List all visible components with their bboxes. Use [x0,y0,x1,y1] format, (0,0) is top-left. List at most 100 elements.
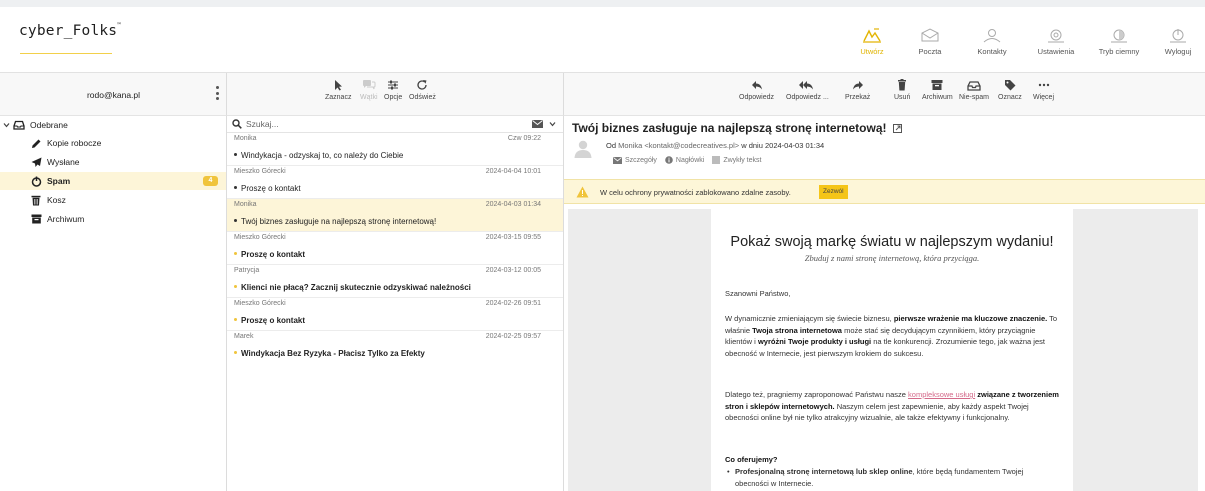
archive-button[interactable]: Archiwum [922,78,953,101]
folder-inbox-label: Odebrane [30,120,68,130]
options-button[interactable]: Opcje [384,78,402,101]
archive-icon [931,78,943,92]
message-row[interactable]: Patrycja 2024-03-12 00:05 Klienci nie pł… [227,265,563,298]
nav-dark-mode[interactable]: Tryb ciemny [1089,25,1149,56]
message-toolbar: Odpowiedz Odpowiedz ... Przekaż Usuń Arc… [564,73,1205,116]
message-row[interactable]: Mieszko Górecki 2024-04-04 10:01 Proszę … [227,166,563,199]
send-icon [30,157,42,168]
nav-logout[interactable]: Wyloguj [1148,25,1205,56]
email-greeting: Szanowni Państwo, [725,289,791,298]
unread-dot-icon [234,285,237,289]
search-bar [227,116,563,133]
folder-spam-label: Spam [47,176,71,186]
forward-button[interactable]: Przekaż [845,78,870,101]
allow-remote-content-button[interactable]: Zezwól [819,185,848,199]
message-from: Mieszko Górecki [234,300,286,307]
cyber-folks-logo[interactable]: cyber_Folks™ [19,22,121,39]
not-spam-button[interactable]: Nie-spam [959,78,989,101]
nav-contacts[interactable]: Kontakty [962,25,1022,56]
email-headline: Pokaż swoją markę światu w najlepszym wy… [730,234,1054,250]
folder-sent-label: Wysłane [47,157,80,167]
message-date: Czw 09:22 [507,135,541,142]
nav-compose[interactable]: Utwórz [842,25,902,56]
refresh-icon [416,78,428,92]
mark-button-label: Oznacz [998,94,1022,101]
nav-logout-label: Wyloguj [1164,47,1192,56]
plain-text-link[interactable]: Zwykły tekst [712,156,761,164]
archive-button-label: Archiwum [922,94,953,101]
reply-icon [751,78,763,92]
message-subject: Windykacja - odzyskaj to, co należy do C… [241,151,404,160]
unread-dot-icon [234,351,237,355]
message-subject: Windykacja Bez Ryzyka - Płacisz Tylko za… [241,349,425,358]
message-subject: Proszę o kontakt [241,250,306,259]
reply-all-button[interactable]: Odpowiedz ... [786,78,829,101]
app-header: cyber_Folks™ Utwórz Poczta Kontakty Usta… [0,7,1205,73]
message-row[interactable]: Monika Czw 09:22 Windykacja - odzyskaj t… [227,133,563,166]
threads-button[interactable]: Wątki [360,78,378,101]
nav-settings-label: Ustawienia [1037,47,1075,56]
dark-mode-icon [1107,25,1131,43]
folder-drafts[interactable]: Kopie robocze [0,134,226,152]
chevron-down-icon[interactable] [549,121,556,127]
message-row-selected[interactable]: Monika 2024-04-03 01:34 Twój biznes zasł… [227,199,563,232]
select-button[interactable]: Zaznacz [325,78,351,101]
more-button[interactable]: Więcej [1033,78,1054,101]
threads-button-label: Wątki [360,94,378,101]
mark-button[interactable]: Oznacz [998,78,1022,101]
message-subject: Twój biznes zasługuje na najlepszą stron… [241,217,437,226]
delete-button[interactable]: Usuń [894,78,910,101]
logo-underline [20,53,112,54]
nav-settings[interactable]: Ustawienia [1026,25,1086,56]
reading-pane: Twój biznes zasługuje na najlepszą stron… [564,116,1205,491]
account-header: rodo@kana.pl [0,73,227,116]
search-icon[interactable] [232,119,242,129]
reply-all-button-label: Odpowiedz ... [786,94,829,101]
message-date: 2024-02-26 09:51 [485,300,541,307]
message-from: Monika [234,201,257,208]
message-from: Monika [234,135,257,142]
email-meta-links: Szczegóły Nagłówki Zwykły tekst [613,156,761,164]
refresh-button[interactable]: Odśwież [409,78,436,101]
threads-icon [362,78,376,92]
cursor-icon [333,78,343,92]
bullet-icon: • [727,467,730,476]
account-menu-icon[interactable] [216,86,219,100]
folder-spam[interactable]: Spam 4 [0,172,226,190]
headers-link[interactable]: Nagłówki [665,156,704,164]
folder-archive[interactable]: Archiwum [0,210,226,228]
nav-mail[interactable]: Poczta [900,25,960,56]
privacy-warning-bar: W celu ochrony prywatności zablokowano z… [564,179,1205,204]
sender-address[interactable]: Monika <kontakt@codecreatives.pl> [618,141,739,150]
nav-compose-label: Utwórz [860,47,884,56]
spam-unread-badge: 4 [203,176,218,186]
details-link[interactable]: Szczegóły [613,156,657,164]
reply-button[interactable]: Odpowiedz [739,78,774,101]
archive-icon [30,214,42,224]
search-input[interactable] [246,119,496,129]
inbox-icon [13,120,25,130]
unread-dot-icon [234,318,237,322]
lines-icon [712,156,721,164]
nav-contacts-label: Kontakty [977,47,1007,56]
info-icon [665,156,673,164]
unread-dot-icon [234,252,237,256]
refresh-button-label: Odśwież [409,94,436,101]
message-row[interactable]: Marek 2024-02-25 09:57 Windykacja Bez Ry… [227,331,563,364]
open-in-new-window-icon[interactable] [892,122,902,136]
message-row[interactable]: Mieszko Górecki 2024-02-26 09:51 Proszę … [227,298,563,331]
message-list: Monika Czw 09:22 Windykacja - odzyskaj t… [227,116,564,491]
folder-inbox[interactable]: Odebrane [0,116,226,134]
offer-list-item: • Profesjonalną stronę internetową lub sk… [727,467,1024,488]
tag-icon [1004,78,1016,92]
folder-trash[interactable]: Kosz [0,191,226,209]
message-from: Mieszko Górecki [234,234,286,241]
message-row[interactable]: Mieszko Górecki 2024-03-15 09:55 Proszę … [227,232,563,265]
account-email: rodo@kana.pl [86,90,141,100]
envelope-filter-icon[interactable] [532,120,543,128]
email-subject: Twój biznes zasługuje na najlepszą stron… [572,121,902,135]
services-link[interactable]: kompleksowe usługi [908,390,975,399]
folder-sent[interactable]: Wysłane [0,153,226,171]
chevron-down-icon[interactable] [3,120,10,130]
privacy-warning-text: W celu ochrony prywatności zablokowano z… [600,188,791,197]
